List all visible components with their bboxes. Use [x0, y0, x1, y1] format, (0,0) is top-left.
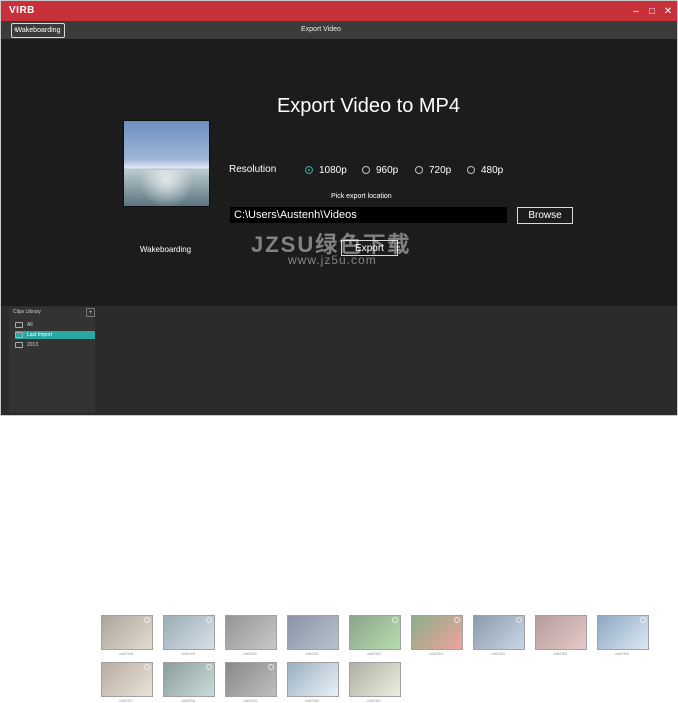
export-location-label: Pick export location — [331, 193, 392, 200]
watermark-url: www.jz5u.com — [288, 253, 377, 267]
clip-image — [536, 616, 586, 649]
clip-label: vid0056 — [614, 651, 629, 656]
resolution-option-960p[interactable]: 960p — [362, 164, 398, 176]
clips-area: Clips Library + All Last Import 2013 vid… — [1, 306, 677, 703]
title-bar: VIRB – □ ✕ — [1, 1, 677, 21]
resolution-option-720p[interactable]: 720p — [415, 164, 451, 176]
browse-button[interactable]: Browse — [517, 207, 573, 224]
clips-library-title: Clips Library — [13, 309, 41, 315]
clip-label: vid0057 — [118, 698, 133, 703]
location-pin-icon — [392, 617, 398, 623]
close-button[interactable]: ✕ — [655, 1, 678, 21]
clip-thumbnail[interactable] — [411, 615, 463, 650]
resolution-option-1080p[interactable]: 1080p — [305, 164, 347, 176]
location-pin-icon — [144, 664, 150, 670]
thumbnail-caption: Wakeboarding — [139, 245, 192, 254]
clip-thumbnail[interactable] — [349, 662, 401, 697]
clip-thumbnail[interactable] — [225, 662, 277, 697]
location-pin-icon — [640, 617, 646, 623]
clip-thumbnail[interactable] — [535, 615, 587, 650]
clip-image — [288, 616, 338, 649]
clip-thumbnail[interactable] — [287, 662, 339, 697]
clip-thumbnail[interactable] — [473, 615, 525, 650]
location-pin-icon — [144, 617, 150, 623]
plus-icon[interactable]: + — [86, 308, 95, 317]
location-pin-icon — [206, 664, 212, 670]
clip-thumbnail[interactable] — [287, 615, 339, 650]
location-pin-icon — [454, 617, 460, 623]
page-title: Export Video — [301, 26, 341, 33]
library-item-2013[interactable]: 2013 — [15, 341, 95, 349]
clip-thumbnail[interactable] — [101, 615, 153, 650]
video-thumbnail — [123, 120, 210, 207]
library-item-last-import[interactable]: Last Import — [15, 331, 95, 339]
clip-label: vid0054 — [490, 651, 505, 656]
clip-label: vid0052 — [366, 651, 381, 656]
clip-thumbnail[interactable] — [225, 615, 277, 650]
resolution-label: Resolution — [229, 164, 277, 175]
clip-thumbnail[interactable] — [597, 615, 649, 650]
library-item-label: 2013 — [27, 342, 39, 348]
library-item-label: Last Import — [27, 332, 53, 338]
radio-selected-icon[interactable] — [305, 166, 313, 174]
clips-library-panel: Clips Library + All Last Import 2013 — [9, 307, 95, 413]
thumbnail-water-shape — [124, 170, 209, 206]
radio-icon[interactable] — [415, 166, 423, 174]
clip-image — [288, 663, 338, 696]
resolution-option-label: 480p — [481, 164, 504, 176]
export-heading: Export Video to MP4 — [276, 95, 461, 117]
resolution-option-label: 960p — [376, 164, 399, 176]
app-window: VIRB – □ ✕ ‹ Wakeboarding Export Video E… — [0, 0, 678, 703]
resolution-option-480p[interactable]: 480p — [467, 164, 503, 176]
resolution-option-label: 1080p — [319, 164, 347, 176]
folder-icon — [15, 322, 23, 328]
location-pin-icon — [268, 664, 274, 670]
clip-image — [350, 663, 400, 696]
clip-label: vid0059 — [242, 698, 257, 703]
clip-label: vid0053 — [428, 651, 443, 656]
folder-icon — [15, 332, 23, 338]
radio-icon[interactable] — [467, 166, 475, 174]
export-path-field[interactable]: C:\Users\Austenh\Videos — [230, 207, 507, 223]
navigation-bar: ‹ Wakeboarding Export Video — [1, 21, 677, 39]
radio-icon[interactable] — [362, 166, 370, 174]
clip-thumbnail[interactable] — [349, 615, 401, 650]
back-button-label: Wakeboarding — [15, 27, 61, 34]
export-panel: Export Video to MP4 Wakeboarding Resolut… — [1, 39, 677, 306]
clip-label: vid0051 — [304, 651, 319, 656]
chevron-left-icon: ‹ — [14, 24, 17, 34]
app-brand: VIRB — [9, 5, 35, 16]
back-button[interactable]: ‹ Wakeboarding — [11, 23, 65, 38]
clip-thumbnail[interactable] — [163, 662, 215, 697]
clip-image — [226, 616, 276, 649]
clip-label: vid0048 — [118, 651, 133, 656]
clip-thumbnail[interactable] — [163, 615, 215, 650]
library-item-all[interactable]: All — [15, 321, 95, 329]
resolution-option-label: 720p — [429, 164, 452, 176]
clip-label: vid0055 — [552, 651, 567, 656]
clip-label: vid0060 — [304, 698, 319, 703]
clip-label: vid0049 — [180, 651, 195, 656]
location-pin-icon — [206, 617, 212, 623]
library-item-label: All — [27, 322, 33, 328]
clip-label: vid0061 — [366, 698, 381, 703]
location-pin-icon — [516, 617, 522, 623]
clip-label: vid0058 — [180, 698, 195, 703]
clip-label: vid0050 — [242, 651, 257, 656]
clip-thumbnail[interactable] — [101, 662, 153, 697]
folder-icon — [15, 342, 23, 348]
